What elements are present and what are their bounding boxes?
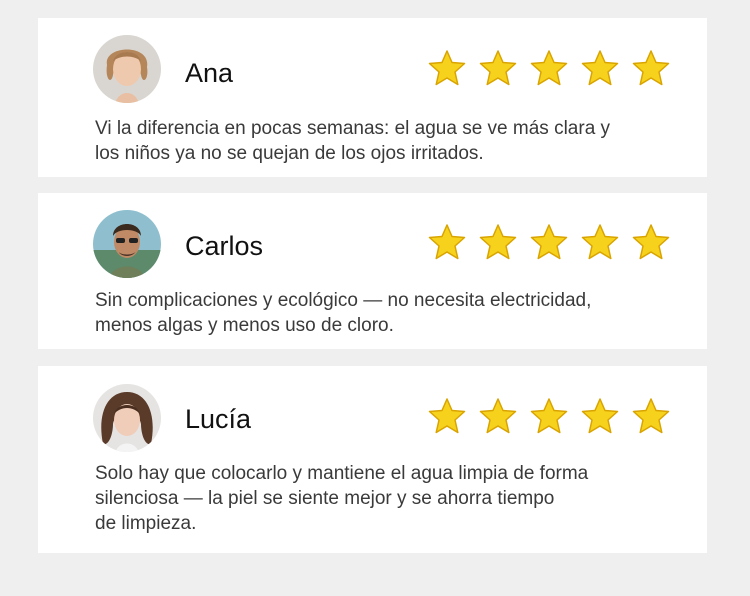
star-icon [581,224,619,260]
rating-stars [427,396,671,436]
star-icon [632,398,670,434]
star-icon [581,50,619,86]
review-text: Solo hay que colocarlo y mantiene el agu… [95,463,589,534]
star-icon [632,50,670,86]
star-icon [530,50,568,86]
star-icon [428,398,466,434]
review-card-carlos: Carlos Sin complicaciones y ecológico — … [38,193,707,349]
star-icon [530,398,568,434]
avatar-carlos [93,210,161,278]
star-icon [530,224,568,260]
review-text: Sin complicaciones y ecológico — no nece… [95,290,592,336]
star-icon [428,224,466,260]
star-icon [581,398,619,434]
reviewer-name: Lucía [185,404,252,434]
review-card-ana: Ana Vi la diferencia en pocas semanas: e… [38,18,707,177]
review-text: Vi la diferencia en pocas semanas: el ag… [95,118,611,164]
avatar-lucia [93,384,161,452]
rating-stars [427,222,671,262]
star-icon [479,50,517,86]
reviewer-name: Ana [185,58,234,88]
review-card-lucia: Lucía Solo hay que colocarlo y mantiene … [38,366,707,553]
star-icon [632,224,670,260]
star-icon [428,50,466,86]
star-icon [479,398,517,434]
reviewer-name: Carlos [185,231,264,261]
rating-stars [427,48,671,88]
avatar-ana [93,35,161,103]
star-icon [479,224,517,260]
